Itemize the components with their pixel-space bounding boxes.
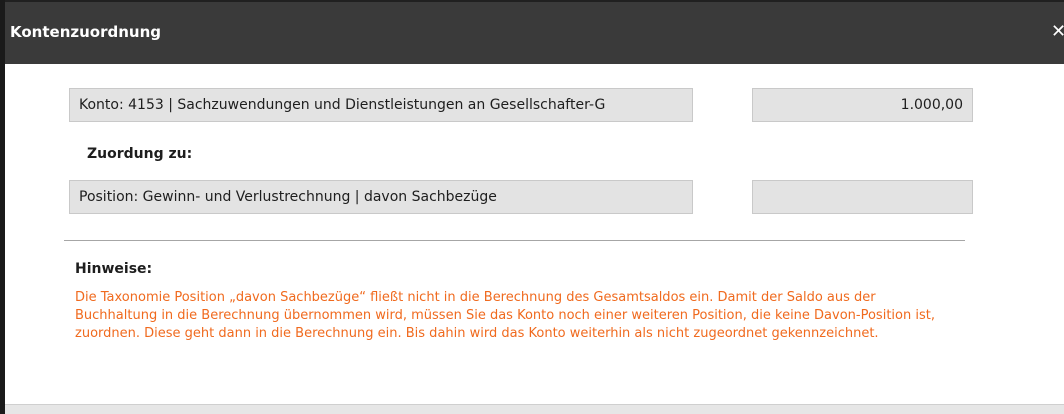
dialog-footer xyxy=(5,404,1064,414)
account-amount-field: 1.000,00 xyxy=(752,88,973,122)
account-field: Konto: 4153 | Sachzuwendungen und Dienst… xyxy=(69,88,693,122)
hints-text: Die Taxonomie Position „davon Sachbezüge… xyxy=(75,290,935,341)
assignment-heading: Zuordung zu: xyxy=(87,146,193,162)
hints-heading: Hinweise: xyxy=(75,261,153,277)
account-assignment-dialog: Kontenzuordnung ✕ Konto: 4153 | Sachzuwe… xyxy=(0,0,1064,414)
dialog-titlebar: Kontenzuordnung ✕ xyxy=(5,0,1064,64)
section-divider xyxy=(64,240,965,241)
position-field: Position: Gewinn- und Verlustrechnung | … xyxy=(69,180,693,214)
dialog-title: Kontenzuordnung xyxy=(10,23,161,41)
position-amount-field xyxy=(752,180,973,214)
close-icon[interactable]: ✕ xyxy=(1051,20,1064,44)
